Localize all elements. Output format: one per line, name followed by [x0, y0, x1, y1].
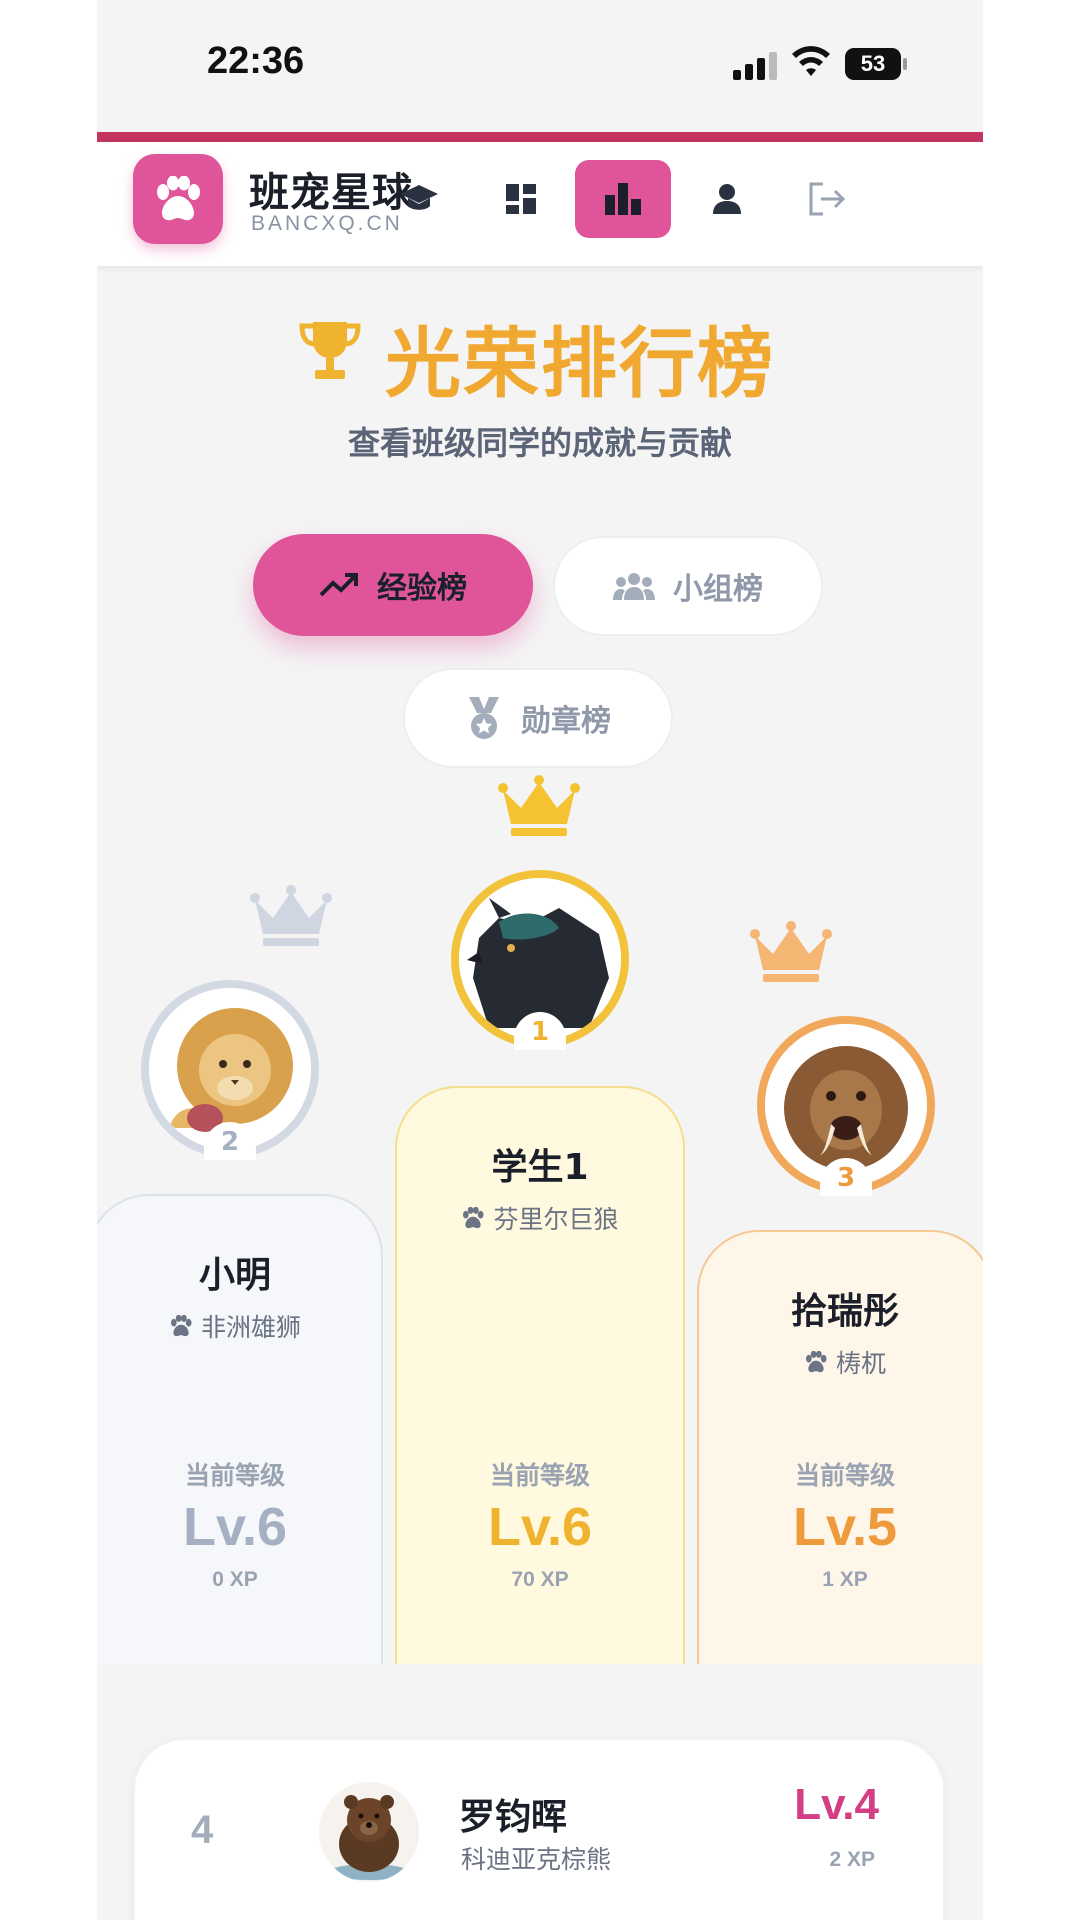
page-subtitle: 查看班级同学的成就与贡献: [347, 424, 732, 462]
paw-icon: [170, 1315, 192, 1337]
tab-group[interactable]: 小组榜: [553, 536, 823, 636]
graduation-cap-icon: [400, 185, 438, 210]
podium-xp-second: 0 XP: [212, 1568, 258, 1591]
list-item[interactable]: 4 罗钧晖 科迪亚克棕熊 Lv.4 2 XP: [133, 1738, 945, 1920]
app-header: 班宠星球 BANCXQ.CN: [97, 142, 983, 266]
paw-icon: [463, 1207, 485, 1229]
podium-species-first: 芬里尔巨狼: [397, 1200, 683, 1236]
wifi-icon: [792, 46, 830, 76]
tab-experience[interactable]: 经验榜: [253, 534, 533, 636]
app-screen: 22:36 53 班宠星球 BANCXQ.CN 光荣排行榜 查看班级同学的成就与…: [97, 0, 983, 1920]
dashboard-icon: [506, 184, 536, 214]
level-label-first: 当前等级: [489, 1461, 590, 1490]
tab-experience-label: 经验榜: [377, 571, 467, 606]
tab-medal[interactable]: 勋章榜: [403, 668, 673, 768]
list-xp: 2 XP: [829, 1848, 875, 1871]
logo[interactable]: [133, 154, 223, 244]
paw-icon: [805, 1351, 827, 1373]
page-title: 光荣排行榜: [385, 319, 775, 408]
podium-species-first-label: 芬里尔巨狼: [493, 1205, 619, 1234]
signal-icon: [733, 50, 779, 80]
gold-crown-icon: [498, 775, 580, 836]
podium-name-second: 小明: [198, 1255, 271, 1296]
podium-level-second: Lv.6: [182, 1497, 288, 1557]
status-time: 22:36: [207, 40, 305, 82]
podium-pillar-first: 学生1 芬里尔巨狼 当前等级 Lv.6 70 XP: [395, 1086, 685, 1664]
users-icon: [613, 573, 655, 600]
bar-chart-icon: [605, 183, 641, 215]
podium-species-second-label: 非洲雄狮: [200, 1313, 301, 1342]
podium-name-third: 拾瑞彤: [790, 1291, 899, 1332]
list-species: 科迪亚克棕熊: [461, 1845, 612, 1874]
logout-icon: [809, 182, 846, 216]
level-label-second: 当前等级: [184, 1461, 285, 1490]
tab-group-label: 小组榜: [673, 572, 763, 607]
nav-classes-button[interactable]: [371, 160, 467, 238]
paw-icon: [157, 176, 200, 221]
list-name: 罗钧晖: [459, 1797, 568, 1838]
podium-pillar-third: 拾瑞彤 梼杌 当前等级 Lv.5 1 XP: [697, 1230, 983, 1664]
nav-leaderboard-button[interactable]: [575, 160, 671, 238]
nav-dashboard-button[interactable]: [473, 160, 569, 238]
bronze-crown-icon: [750, 921, 832, 982]
user-icon: [713, 184, 741, 214]
medal-icon: [469, 697, 499, 739]
battery-indicator: 53: [845, 48, 907, 80]
status-bar: 22:36 53: [97, 0, 983, 132]
podium-xp-third: 1 XP: [822, 1568, 868, 1591]
podium-level-third: Lv.5: [792, 1497, 898, 1557]
podium-species-second: 非洲雄狮: [97, 1308, 381, 1344]
list-level: Lv.4: [794, 1780, 879, 1829]
header-accent-line: [97, 132, 983, 142]
nav-profile-button[interactable]: [679, 160, 775, 238]
trending-up-icon: [319, 573, 358, 597]
podium-species-third-label: 梼杌: [835, 1349, 886, 1378]
bear-avatar-image: [319, 1782, 419, 1882]
nav-logout-button[interactable]: [779, 160, 875, 238]
podium-pillar-second: 小明 非洲雄狮 当前等级 Lv.6 0 XP: [97, 1194, 383, 1664]
podium-species-third: 梼杌: [699, 1344, 983, 1380]
tab-medal-label: 勋章榜: [521, 704, 611, 739]
level-label-third: 当前等级: [794, 1461, 895, 1490]
list-rank: 4: [191, 1808, 214, 1852]
silver-crown-icon: [250, 885, 332, 946]
podium-name-first: 学生1: [491, 1147, 589, 1188]
avatar: [319, 1782, 419, 1882]
podium-level-first: Lv.6: [487, 1497, 593, 1557]
trophy-icon: [299, 322, 361, 379]
podium-xp-first: 70 XP: [511, 1568, 569, 1591]
